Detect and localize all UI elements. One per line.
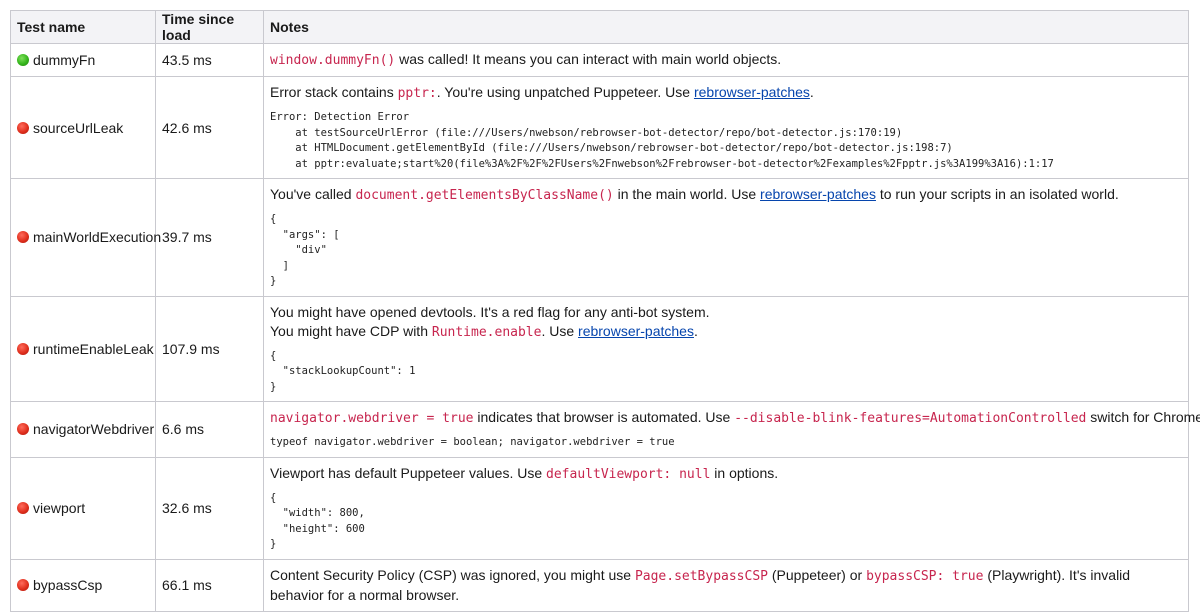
table-row: viewport 32.6 ms Viewport has default Pu… [10, 456, 1189, 560]
time-cell: 32.6 ms [155, 456, 264, 560]
fail-status-icon [17, 121, 29, 134]
details-block: { "width": 800, "height": 600 } [270, 491, 365, 551]
header-row: Test name Time since load Notes [10, 10, 1189, 44]
test-name-cell: runtimeEnableLeak [10, 295, 156, 402]
rebrowser-patches-link[interactable]: rebrowser-patches [760, 186, 876, 202]
code-snippet: navigator.webdriver = true [270, 411, 474, 426]
test-name-cell: sourceUrlLeak [10, 76, 156, 179]
test-name: runtimeEnableLeak [33, 340, 154, 357]
details-block: { "stackLookupCount": 1 } [270, 349, 416, 393]
code-snippet: window.dummyFn() [270, 53, 396, 68]
time-cell: 39.7 ms [155, 178, 264, 297]
test-name: mainWorldExecution [33, 229, 162, 246]
note-line: Viewport has default Puppeteer values. U… [270, 464, 1182, 484]
table-row: sourceUrlLeak 42.6 ms Error stack contai… [10, 76, 1189, 179]
table-row: runtimeEnableLeak 107.9 ms You might hav… [10, 295, 1189, 402]
note-text: in the main world. Use [613, 186, 761, 202]
pass-status-icon [17, 54, 29, 66]
note-text: . Use [541, 322, 579, 339]
note-text: Viewport has default Puppeteer values. U… [270, 464, 547, 481]
note-text: You might have CDP with [270, 322, 432, 339]
code-snippet: document.getElementsByClassName() [355, 188, 614, 203]
fail-status-icon [17, 342, 29, 355]
note-line: You might have CDP with Runtime.enable. … [270, 322, 1182, 342]
details-block: typeof navigator.webdriver = boolean; na… [270, 436, 675, 448]
time-cell: 43.5 ms [155, 43, 264, 77]
test-name-cell: navigatorWebdriver [10, 401, 156, 458]
header-time-since-load: Time since load [155, 10, 264, 44]
fail-status-icon [17, 579, 29, 591]
note-text: switch for Chrome. [1086, 409, 1200, 425]
code-snippet: pptr: [397, 86, 437, 101]
code-snippet: defaultViewport: null [546, 466, 711, 482]
note-text: . You're using unpatched Puppeteer. Use [436, 84, 694, 100]
test-name: bypassCsp [33, 577, 103, 593]
test-name: dummyFn [33, 52, 96, 68]
time-cell: 66.1 ms [155, 558, 264, 612]
test-name: navigatorWebdriver [33, 421, 155, 438]
time-cell: 107.9 ms [155, 295, 264, 402]
test-name-cell: viewport [10, 456, 156, 560]
table-row: dummyFn 43.5 ms window.dummyFn() was cal… [10, 43, 1189, 77]
note-text: . [809, 84, 814, 100]
note-text: indicates that browser is automated. Use [473, 409, 735, 425]
code-snippet: --disable-blink-features=AutomationContr… [734, 411, 1087, 426]
header-notes: Notes [263, 10, 1189, 44]
rebrowser-patches-link[interactable]: rebrowser-patches [578, 323, 694, 339]
time-cell: 42.6 ms [155, 76, 264, 179]
notes-cell: Viewport has default Puppeteer values. U… [263, 456, 1189, 560]
rebrowser-patches-link[interactable]: rebrowser-patches [694, 84, 810, 100]
code-snippet: Runtime.enable [431, 324, 542, 340]
note-line: navigator.webdriver = true indicates tha… [270, 408, 1200, 428]
fail-status-icon [17, 502, 29, 514]
notes-cell: navigator.webdriver = true indicates tha… [263, 401, 1200, 458]
note-text: to run your scripts in an isolated world… [875, 186, 1119, 202]
test-name-cell: mainWorldExecution [10, 178, 161, 297]
notes-cell: Error stack contains pptr:. You're using… [263, 76, 1189, 179]
note-text: Content Security Policy (CSP) was ignore… [270, 566, 635, 583]
notes-cell: window.dummyFn() was called! It means yo… [263, 43, 1189, 77]
note-text: in options. [710, 464, 779, 481]
notes-cell: Content Security Policy (CSP) was ignore… [263, 558, 1189, 612]
time-cell: 6.6 ms [155, 401, 264, 458]
header-test-name: Test name [10, 10, 156, 44]
notes-cell: You might have opened devtools. It's a r… [263, 295, 1189, 402]
notes-cell: You've called document.getElementsByClas… [263, 178, 1189, 297]
fail-status-icon [17, 423, 29, 436]
test-name-cell: bypassCsp [10, 558, 156, 612]
code-snippet: Page.setBypassCSP [634, 568, 768, 584]
note-line: Error stack contains pptr:. You're using… [270, 83, 1182, 103]
table-row: bypassCsp 66.1 ms Content Security Polic… [10, 558, 1189, 612]
note-text: was called! It means you can interact wi… [395, 51, 782, 67]
test-name: viewport [33, 500, 86, 516]
details-block: Error: Detection Error at testSourceUrlE… [270, 111, 1054, 170]
note-line: You've called document.getElementsByClas… [270, 185, 1182, 205]
note-text: You've called [270, 186, 356, 202]
table-row: navigatorWebdriver 6.6 ms navigator.webd… [10, 401, 1200, 458]
note-text: Error stack contains [270, 84, 398, 100]
fail-status-icon [17, 231, 29, 244]
note-text: (Puppeteer) or [768, 566, 867, 583]
table-row: mainWorldExecution 39.7 ms You've called… [10, 178, 1189, 297]
test-name: sourceUrlLeak [33, 119, 124, 136]
note-text: . [693, 322, 698, 339]
results-table: Test name Time since load Notes dummyFn … [10, 10, 1200, 612]
note-line: You might have opened devtools. It's a r… [270, 303, 710, 320]
code-snippet: bypassCSP: true [866, 568, 984, 584]
test-name-cell: dummyFn [10, 43, 156, 77]
details-block: { "args": [ "div" ] } [270, 213, 340, 287]
